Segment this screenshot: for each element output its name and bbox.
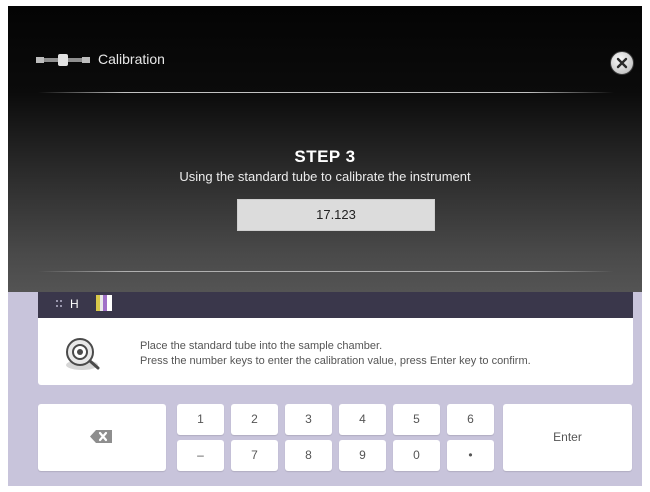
backspace-icon xyxy=(90,430,112,443)
key-8[interactable]: 8 xyxy=(285,440,332,471)
key-2[interactable]: 2 xyxy=(231,404,278,435)
step-subtitle: Using the standard tube to calibrate the… xyxy=(179,169,471,184)
window-title: Calibration xyxy=(98,51,165,67)
calibration-tube-icon xyxy=(36,54,90,66)
key-4[interactable]: 4 xyxy=(339,404,386,435)
help-card: Place the standard tube into the sample … xyxy=(38,318,633,385)
close-button[interactable] xyxy=(610,51,634,75)
calibration-value-field[interactable]: 17.123 xyxy=(237,199,435,231)
key-9[interactable]: 9 xyxy=(339,440,386,471)
key-1[interactable]: 1 xyxy=(177,404,224,435)
help-text-line-1: Place the standard tube into the sample … xyxy=(140,340,383,352)
garbled-label-artifact xyxy=(96,295,112,311)
key-6[interactable]: 6 xyxy=(447,404,494,435)
instrument-help-icon xyxy=(66,338,100,370)
header: Calibration xyxy=(8,6,642,90)
grip-icon xyxy=(56,300,62,307)
calibration-screen: Calibration STEP 3 Using the standard tu… xyxy=(8,6,642,486)
content-divider xyxy=(38,271,614,272)
step-title: STEP 3 xyxy=(294,147,356,166)
close-icon xyxy=(616,57,628,69)
help-label: H xyxy=(70,297,79,311)
key-7[interactable]: 7 xyxy=(231,440,278,471)
enter-key[interactable]: Enter xyxy=(503,404,632,471)
key-3[interactable]: 3 xyxy=(285,404,332,435)
key-0[interactable]: 0 xyxy=(393,440,440,471)
header-divider xyxy=(38,92,614,93)
help-text-line-2: Press the number keys to enter the calib… xyxy=(140,355,531,367)
help-bar: H xyxy=(38,292,633,318)
key-minus[interactable]: – xyxy=(177,440,224,471)
key-decimal[interactable]: • xyxy=(447,440,494,471)
backspace-key[interactable] xyxy=(38,404,166,471)
key-5[interactable]: 5 xyxy=(393,404,440,435)
